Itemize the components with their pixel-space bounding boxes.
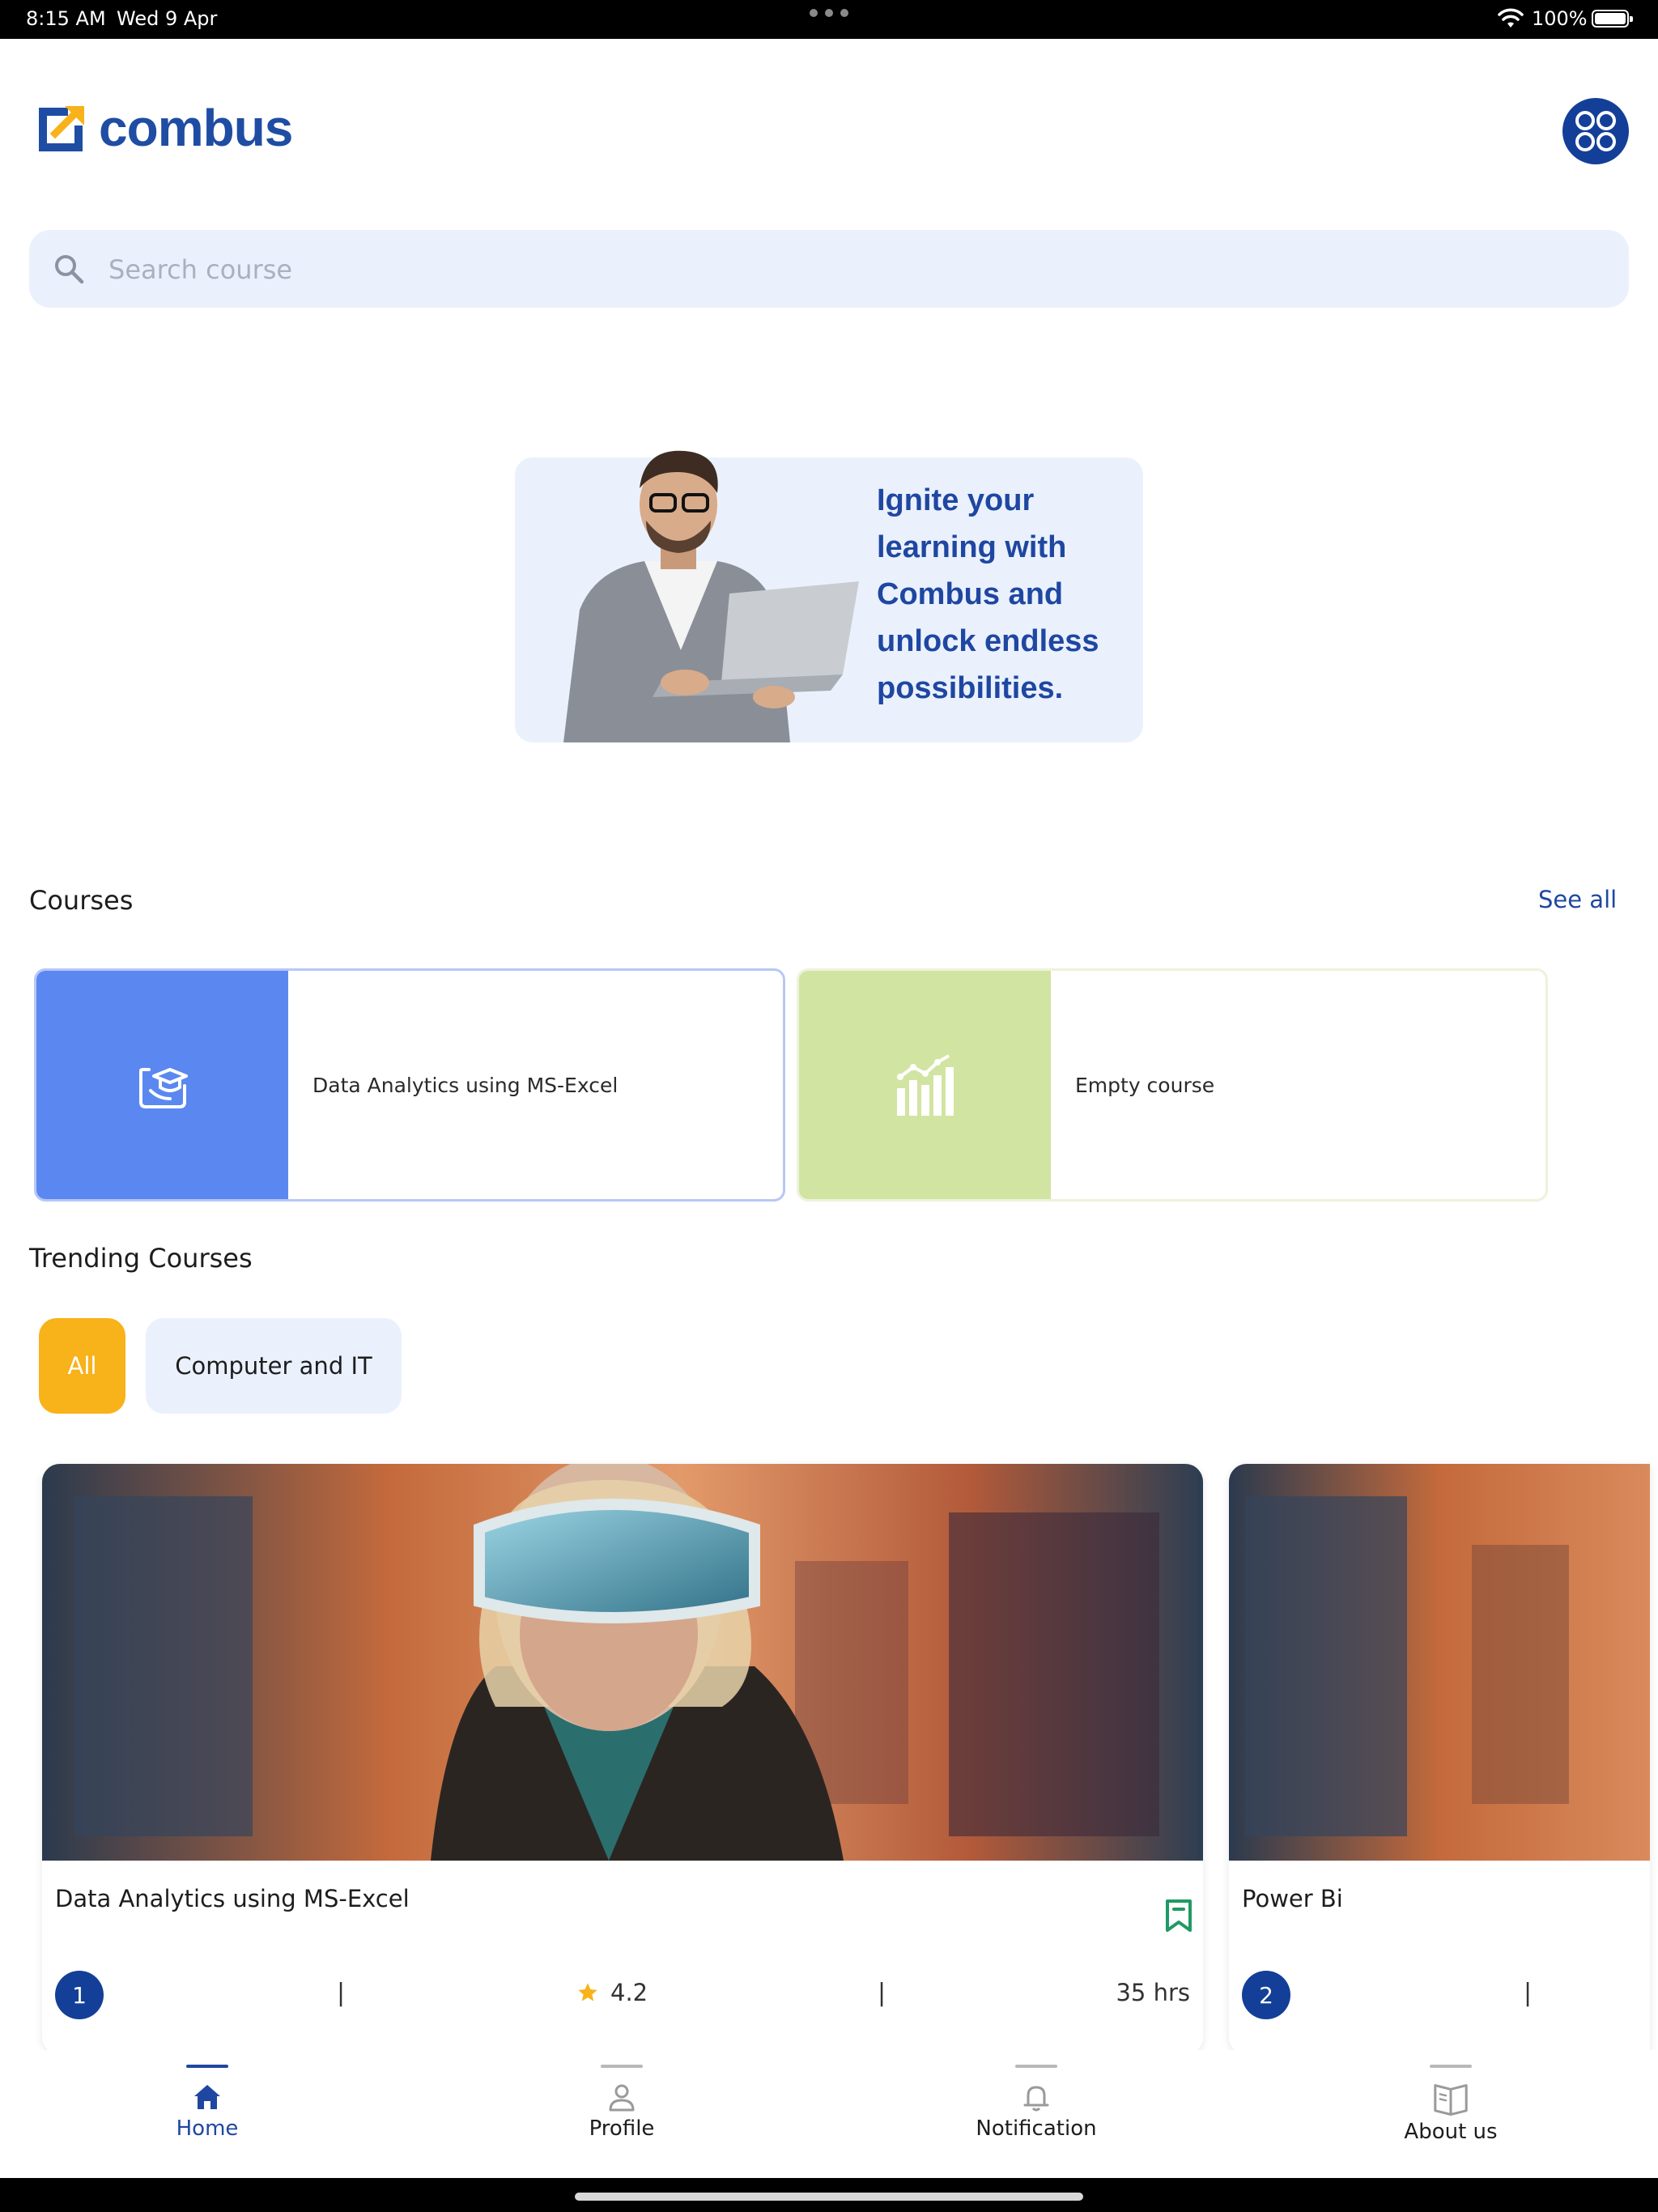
combus-logo: combus (36, 97, 293, 159)
trending-section-title: Trending Courses (29, 1243, 253, 1274)
battery-icon (1592, 10, 1633, 28)
search-bar[interactable] (29, 230, 1629, 309)
course-thumbnail (36, 971, 288, 1199)
course-rank-badge: 1 (55, 1971, 104, 2019)
course-rank-badge: 2 (1242, 1971, 1290, 2019)
status-date: Wed 9 Apr (117, 7, 218, 30)
search-icon (55, 255, 84, 284)
bottom-navigation: Home Profile Notification About us (0, 2050, 1658, 2178)
bookmark-icon[interactable] (1164, 1898, 1193, 1933)
active-indicator (186, 2065, 228, 2068)
bell-icon (1023, 2086, 1049, 2112)
wifi-icon (1498, 8, 1524, 28)
tab-indicator (1430, 2065, 1472, 2068)
multitasking-dots-icon[interactable] (810, 9, 848, 17)
grid-circles-icon (1575, 111, 1616, 151)
trending-course-card[interactable]: Power Bi 2 | (1229, 1464, 1650, 2055)
course-cover-image (1229, 1464, 1650, 1861)
see-all-link[interactable]: See all (1538, 886, 1617, 913)
course-card-data-analytics[interactable]: Data Analytics using MS-Excel (34, 968, 785, 1202)
status-time: 8:15 AM (26, 7, 106, 30)
book-icon (1434, 2084, 1468, 2116)
tab-indicator (1015, 2065, 1057, 2068)
nav-about-us[interactable]: About us (1329, 2050, 1572, 2178)
course-title: Power Bi (1242, 1885, 1343, 1912)
nav-label: Home (176, 2116, 239, 2141)
logo-text: combus (99, 99, 293, 157)
home-icon (194, 2085, 220, 2109)
battery-percentage: 100% (1532, 7, 1588, 30)
course-rating: 4.2 (576, 1979, 648, 2006)
home-indicator[interactable] (575, 2193, 1083, 2201)
course-duration: 35 hrs (1116, 1979, 1190, 2006)
rating-value: 4.2 (610, 1979, 648, 2006)
banner-text: Ignite your learning with Combus and unl… (877, 483, 1099, 705)
graduation-cap-icon (138, 1068, 188, 1108)
nav-home[interactable]: Home (86, 2050, 329, 2178)
course-card-empty[interactable]: Empty course (797, 968, 1548, 1202)
course-label: Empty course (1075, 1073, 1215, 1097)
star-icon (578, 1983, 597, 2001)
banner-person-illustration (563, 450, 859, 742)
filter-chip-all[interactable]: All (39, 1318, 125, 1414)
nav-label: Profile (589, 2116, 655, 2141)
bar-chart-icon (896, 1054, 954, 1116)
search-input[interactable] (107, 230, 1567, 309)
course-thumbnail (799, 971, 1051, 1199)
meta-separator: | (1524, 1979, 1533, 2007)
nav-label: About us (1404, 2120, 1498, 2144)
meta-separator: | (337, 1979, 346, 2007)
course-cover-image (42, 1464, 1203, 1861)
course-title: Data Analytics using MS-Excel (55, 1885, 410, 1912)
courses-section-title: Courses (29, 885, 134, 916)
nav-label: Notification (976, 2116, 1097, 2141)
meta-separator: | (878, 1979, 886, 2007)
nav-profile[interactable]: Profile (500, 2050, 743, 2178)
filter-chip-computer-it[interactable]: Computer and IT (146, 1318, 402, 1414)
logo-mark-icon (39, 106, 84, 151)
apps-menu-button[interactable] (1562, 98, 1629, 164)
status-bar: 8:15 AM Wed 9 Apr 100% (0, 0, 1658, 39)
nav-notification[interactable]: Notification (915, 2050, 1158, 2178)
promo-banner[interactable]: Ignite your learning with Combus and unl… (515, 450, 1143, 742)
person-icon (609, 2084, 635, 2112)
trending-course-card[interactable]: Data Analytics using MS-Excel 1 | 4.2 | … (42, 1464, 1203, 2055)
tab-indicator (601, 2065, 643, 2068)
course-label: Data Analytics using MS-Excel (312, 1073, 619, 1097)
